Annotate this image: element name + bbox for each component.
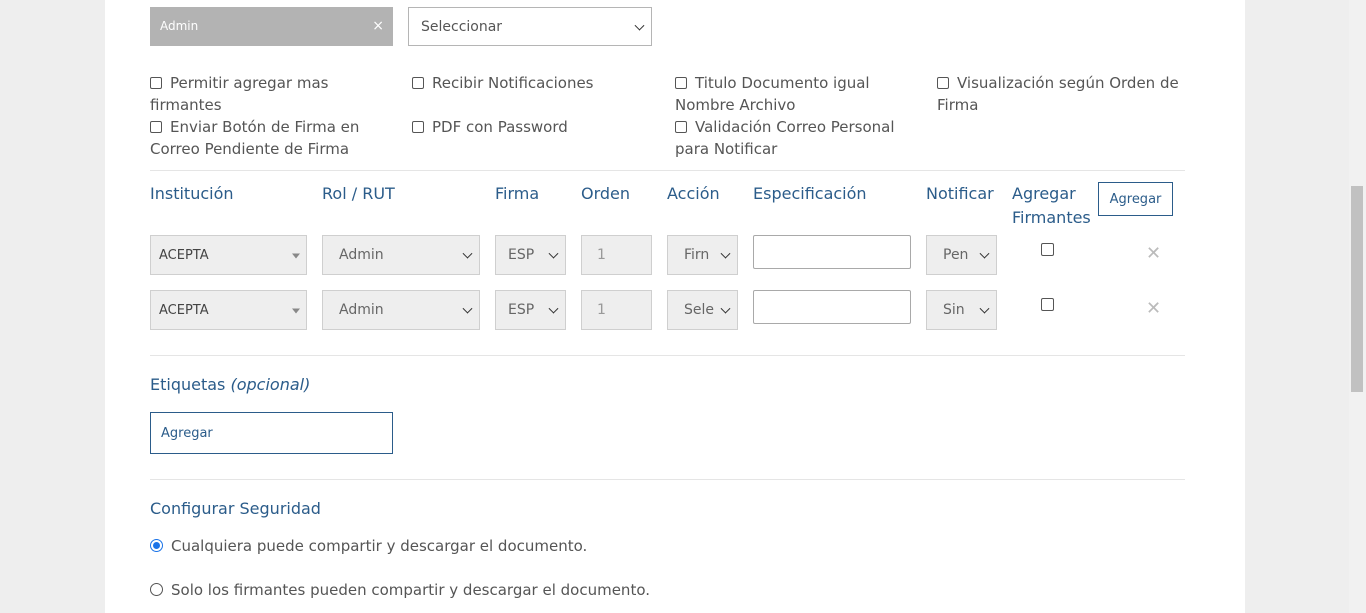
option-label: Visualización según Orden de Firma (937, 74, 1179, 114)
radio-label: Cualquiera puede compartir y descargar e… (171, 537, 588, 555)
checkbox[interactable] (675, 77, 687, 89)
chevron-down-icon (548, 248, 559, 259)
institucion-select[interactable]: ACEPTA (150, 290, 307, 330)
option-label: PDF con Password (432, 118, 568, 136)
select-value: Sele (684, 302, 715, 318)
close-icon[interactable]: × (372, 18, 384, 34)
select-value: Pen (943, 247, 969, 263)
institucion-select[interactable]: ACEPTA (150, 235, 307, 275)
option-permitir-agregar[interactable]: Permitir agregar mas firmantes (150, 72, 400, 116)
header-institucion: Institución (150, 184, 234, 203)
etiquetas-title: Etiquetas (opcional) (150, 375, 310, 394)
configurar-seguridad-title: Configurar Seguridad (150, 499, 321, 518)
etiquetas-input[interactable]: Agregar (150, 412, 393, 454)
radio-button-checked[interactable] (150, 539, 163, 552)
tag-chip-admin: Admin × (150, 7, 393, 46)
caret-down-icon (292, 308, 300, 314)
chevron-down-icon (634, 20, 645, 31)
chevron-down-icon (979, 303, 990, 314)
option-label: Enviar Botón de Firma en Correo Pendient… (150, 118, 360, 158)
header-accion: Acción (667, 184, 720, 203)
option-label: Titulo Documento igual Nombre Archivo (675, 74, 870, 114)
chevron-down-icon (548, 303, 559, 314)
delete-row-icon[interactable]: ✕ (1146, 300, 1161, 318)
option-enviar-boton[interactable]: Enviar Botón de Firma en Correo Pendient… (150, 116, 375, 160)
input-value: Agregar (161, 425, 213, 441)
radio-label: Solo los firmantes pueden compartir y de… (171, 581, 651, 599)
select-value: Admin (339, 302, 384, 318)
divider (150, 170, 1185, 171)
select-value: ACEPTA (159, 247, 209, 263)
rol-select[interactable]: Admin (322, 235, 480, 275)
scrollbar[interactable] (1349, 0, 1366, 613)
option-label: Permitir agregar mas firmantes (150, 74, 329, 114)
header-especificacion: Especificación (753, 184, 867, 203)
agregar-firmante-button[interactable]: Agregar (1098, 182, 1173, 216)
header-firma: Firma (495, 184, 540, 203)
tag-chip-label: Admin (160, 19, 199, 33)
notificar-select[interactable]: Sin (926, 290, 997, 330)
etiquetas-label: Etiquetas (150, 375, 226, 394)
especificacion-input[interactable] (753, 290, 911, 324)
select-value: Sin (943, 302, 965, 318)
accion-select[interactable]: Sele (667, 290, 738, 330)
rol-select[interactable]: Admin (322, 290, 480, 330)
select-value: Firn (684, 247, 710, 263)
checkbox[interactable] (675, 121, 687, 133)
divider (150, 355, 1185, 356)
scrollbar-thumb[interactable] (1351, 186, 1363, 392)
firma-select[interactable]: ESP (495, 290, 566, 330)
seleccionar-select[interactable]: Seleccionar (408, 7, 652, 46)
checkbox[interactable] (937, 77, 949, 89)
chevron-down-icon (462, 248, 473, 259)
orden-input[interactable]: 1 (581, 290, 652, 330)
optional-label: (opcional) (230, 375, 311, 394)
option-label: Validación Correo Personal para Notifica… (675, 118, 895, 158)
input-value: 1 (597, 302, 606, 318)
radio-button[interactable] (150, 583, 163, 596)
header-agregar-firmantes: Agregar Firmantes (1012, 184, 1091, 227)
header-notificar: Notificar (926, 184, 994, 203)
checkbox[interactable] (412, 121, 424, 133)
agregar-firmantes-checkbox[interactable] (1041, 298, 1054, 311)
agregar-firmantes-checkbox[interactable] (1041, 243, 1054, 256)
caret-down-icon (292, 253, 300, 259)
option-visualizacion-orden[interactable]: Visualización según Orden de Firma (937, 72, 1182, 116)
option-titulo-documento[interactable]: Titulo Documento igual Nombre Archivo (675, 72, 900, 116)
checkbox[interactable] (150, 77, 162, 89)
orden-input[interactable]: 1 (581, 235, 652, 275)
select-value: Admin (339, 247, 384, 263)
select-value: ESP (508, 247, 535, 263)
chevron-down-icon (979, 248, 990, 259)
accion-select[interactable]: Firn (667, 235, 738, 275)
chevron-down-icon (720, 303, 731, 314)
option-validacion-correo[interactable]: Validación Correo Personal para Notifica… (675, 116, 907, 160)
option-recibir-notificaciones[interactable]: Recibir Notificaciones (412, 72, 662, 94)
checkbox[interactable] (412, 77, 424, 89)
firma-select[interactable]: ESP (495, 235, 566, 275)
header-orden: Orden (581, 184, 631, 203)
select-value: ACEPTA (159, 302, 209, 318)
delete-row-icon[interactable]: ✕ (1146, 245, 1161, 263)
radio-option-cualquiera[interactable]: Cualquiera puede compartir y descargar e… (150, 537, 587, 555)
header-rol: Rol / RUT (322, 184, 395, 203)
option-label: Recibir Notificaciones (432, 74, 594, 92)
chevron-down-icon (720, 248, 731, 259)
divider (150, 479, 1185, 480)
checkbox[interactable] (150, 121, 162, 133)
chevron-down-icon (462, 303, 473, 314)
option-pdf-password[interactable]: PDF con Password (412, 116, 662, 138)
notificar-select[interactable]: Pen (926, 235, 997, 275)
radio-option-solo-firmantes[interactable]: Solo los firmantes pueden compartir y de… (150, 581, 650, 599)
input-value: 1 (597, 247, 606, 263)
select-value: Seleccionar (421, 18, 503, 35)
especificacion-input[interactable] (753, 235, 911, 269)
select-value: ESP (508, 302, 535, 318)
